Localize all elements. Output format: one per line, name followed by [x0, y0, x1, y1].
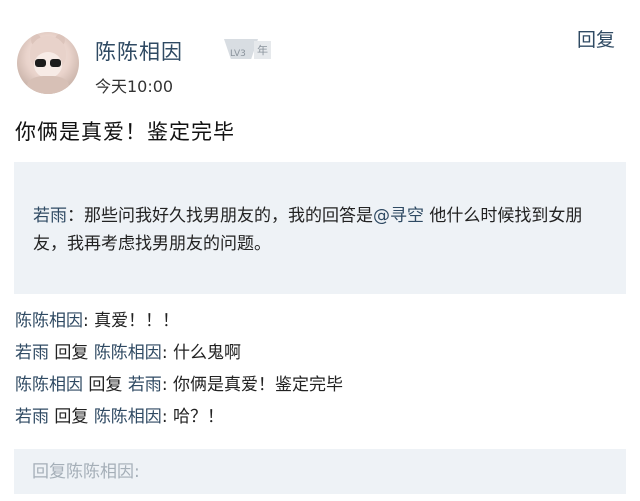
quoted-colon: ：	[67, 206, 84, 226]
quoted-comment: 若雨：那些问我好久找男朋友的，我的回答是@寻空 他什么时候找到女朋友，我再考虑找…	[33, 202, 613, 258]
badge-year: 年	[254, 41, 271, 59]
comment-time: 今天10:00	[95, 77, 174, 96]
reply-word: 回复	[83, 375, 128, 395]
comment-text: 你俩是真爱！鉴定完毕	[15, 120, 235, 144]
reply-word: 回复	[49, 343, 94, 363]
avatar-body	[27, 76, 69, 94]
comment-username[interactable]: 陈陈相因	[95, 36, 183, 66]
reply-button[interactable]: 回复	[577, 25, 615, 52]
sub-reply-item[interactable]: 若雨 回复 陈陈相因: 什么鬼啊	[15, 337, 343, 369]
reply-to[interactable]: 陈陈相因	[94, 343, 162, 363]
sub-reply-item[interactable]: 陈陈相因 回复 若雨: 你俩是真爱！鉴定完毕	[15, 369, 343, 401]
avatar-sunglasses	[35, 59, 61, 67]
reply-input[interactable]	[14, 449, 612, 494]
reply-input-box[interactable]	[14, 449, 626, 494]
reply-to[interactable]: 陈陈相因	[94, 407, 162, 427]
sub-reply-list: 陈陈相因: 真爱！！！ 若雨 回复 陈陈相因: 什么鬼啊 陈陈相因 回复 若雨:…	[15, 305, 343, 433]
reply-text: : 什么鬼啊	[161, 343, 241, 363]
quoted-author[interactable]: 若雨	[33, 206, 67, 226]
sub-reply-item[interactable]: 若雨 回复 陈陈相因: 哈？！	[15, 401, 343, 433]
level-badge-icon: LV3 年	[224, 39, 272, 61]
reply-from[interactable]: 陈陈相因	[15, 375, 83, 395]
reply-from[interactable]: 若雨	[15, 343, 49, 363]
reply-text: : 真爱！！！	[83, 311, 180, 331]
mention-link[interactable]: @寻空	[373, 206, 424, 226]
reply-text: : 你俩是真爱！鉴定完毕	[161, 375, 343, 395]
reply-to[interactable]: 若雨	[128, 375, 162, 395]
reply-text: : 哈？！	[161, 407, 224, 427]
reply-word: 回复	[49, 407, 94, 427]
badge-level: LV3	[230, 49, 246, 59]
user-avatar[interactable]	[17, 32, 79, 94]
sub-reply-item[interactable]: 陈陈相因: 真爱！！！	[15, 305, 343, 337]
reply-from[interactable]: 陈陈相因	[15, 311, 83, 331]
reply-from[interactable]: 若雨	[15, 407, 49, 427]
quoted-text: 那些问我好久找男朋友的，我的回答是	[84, 206, 373, 226]
